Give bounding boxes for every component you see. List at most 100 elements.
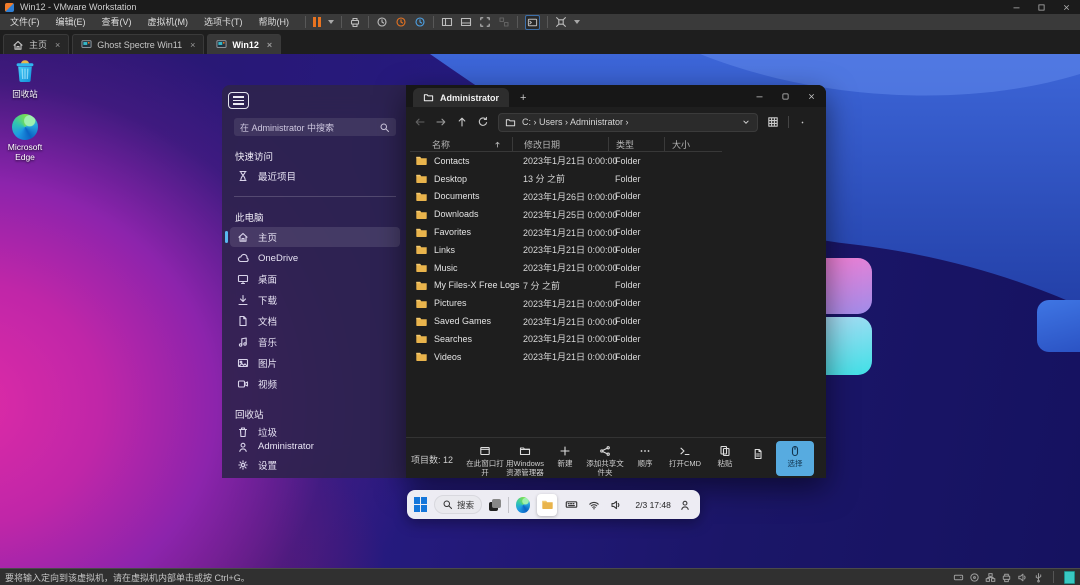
column-header-3[interactable]: 大小 [664,137,718,151]
search-input[interactable]: 在 Administrator 中搜索 [234,118,396,136]
network-icon [985,572,996,583]
toolbar-button-ellipsis[interactable]: 顺序 [626,441,664,470]
sidebar-item-gear[interactable]: 设置 [230,455,400,475]
sidebar-item-document[interactable]: 文档 [230,311,400,331]
table-row[interactable]: Pictures2023年1月21日 0:00:00Folder [410,294,826,312]
table-row[interactable]: Saved Games2023年1月21日 0:00:00Folder [410,312,826,330]
hamburger-menu-icon[interactable] [228,92,249,109]
table-row[interactable]: Music2023年1月21日 0:00:00Folder [410,259,826,277]
take-snapshot-icon[interactable] [376,16,388,28]
toolbar-button-share-folder[interactable]: 添加共享文件夹 [586,441,624,479]
edge-taskbar-icon[interactable] [516,497,530,513]
sidebar-item-user[interactable]: Administrator [230,439,400,454]
sidebar-item-hourglass[interactable]: 最近项目 [230,166,400,186]
clock[interactable]: 2/3 17:48 [635,500,670,510]
back-icon[interactable] [414,116,426,128]
column-header-2[interactable]: 类型 [608,137,664,151]
table-row[interactable]: Videos2023年1月21日 0:00:00Folder [410,348,826,366]
folder-icon [415,172,428,185]
fullscreen-icon[interactable] [479,16,491,28]
send-ctrl-alt-del-icon[interactable] [349,16,361,28]
up-icon[interactable] [456,116,468,128]
account-icon[interactable] [678,496,693,513]
fit-dropdown-icon[interactable] [574,20,580,24]
vm-menu-2[interactable]: 查看(V) [94,14,140,30]
vm-menu-4[interactable]: 选项卡(T) [196,14,251,30]
message-log-icon[interactable] [1064,571,1075,584]
taskbar-search[interactable]: 搜索 [434,495,481,514]
sidebar-item-video[interactable]: 视频 [230,374,400,394]
suspend-vm-icon[interactable] [313,17,321,27]
manage-snapshots-icon[interactable] [414,16,426,28]
toolbar-button-cmd[interactable]: 打开CMD [666,441,704,470]
show-library-icon[interactable] [441,16,453,28]
revert-snapshot-icon[interactable] [395,16,407,28]
vm-menu-1[interactable]: 编辑(E) [48,14,94,30]
fit-guest-icon[interactable] [555,16,567,28]
column-header-0[interactable]: 名称 [410,137,512,151]
sidebar-item-cloud[interactable]: OneDrive [230,248,400,268]
table-row[interactable]: Links2023年1月21日 0:00:00Folder [410,241,826,259]
explorer-tab[interactable]: Administrator [413,88,509,107]
column-header-1[interactable]: 修改日期 [512,137,608,151]
vm-tab-2[interactable]: Win12× [207,34,281,54]
more-options-icon[interactable] [798,118,807,127]
desktop-icon-edge[interactable]: Microsoft Edge [0,114,50,163]
suspend-dropdown-icon[interactable] [328,20,334,24]
explorer-taskbar-icon[interactable] [537,494,557,516]
chevron-down-icon[interactable] [741,117,751,127]
vm-menu-0[interactable]: 文件(F) [2,14,48,30]
sidebar-item-monitor[interactable]: 桌面 [230,269,400,289]
vm-menu-3[interactable]: 虚拟机(M) [140,14,197,30]
explorer-minimize-icon[interactable] [755,92,764,101]
console-view-icon[interactable] [525,15,540,30]
sidebar-item-home[interactable]: 主页 [230,227,400,247]
toolbar-button-mouse[interactable]: 选择 [776,441,814,476]
vm-screen-icon [216,39,227,50]
volume-icon[interactable] [608,496,623,513]
start-button-icon[interactable] [414,497,427,512]
grid-view-icon[interactable] [767,116,779,128]
tab-close-icon[interactable]: × [190,40,195,50]
forward-icon[interactable] [435,116,447,128]
sidebar-item-picture[interactable]: 图片 [230,353,400,373]
toolbar-button-explorer[interactable]: 用Windows资源管理器 [506,441,544,479]
table-row[interactable]: Desktop13 分 之前Folder [410,170,826,188]
address-bar[interactable]: C: › Users › Administrator › [498,113,758,132]
table-row[interactable]: My Files-X Free Logs7 分 之前Folder [410,277,826,295]
maximize-icon[interactable] [1037,3,1046,12]
file-type: Folder [608,156,664,166]
toolbar-button-plus[interactable]: 新建 [546,441,584,470]
vm-tab-1[interactable]: Ghost Spectre Win11× [72,34,204,54]
table-row[interactable]: Contacts2023年1月21日 0:00:00Folder [410,152,826,170]
desktop-icon-recycle-bin[interactable]: 回收站 [0,58,50,100]
new-tab-button[interactable]: + [520,93,526,104]
toolbar-button-window[interactable]: 在此窗口打开 [466,441,504,479]
table-row[interactable]: Downloads2023年1月25日 0:00:00Folder [410,205,826,223]
file-type: Folder [608,209,664,219]
minimize-icon[interactable] [1012,3,1021,12]
show-thumbnails-icon[interactable] [460,16,472,28]
sidebar-item-trash[interactable]: 垃圾 [230,424,400,439]
tab-close-icon[interactable]: × [55,40,60,50]
printer-icon [1001,572,1012,583]
toolbar-button-doc[interactable] [746,441,770,462]
task-view-icon[interactable] [489,499,501,511]
wifi-icon[interactable] [586,496,601,513]
explorer-maximize-icon[interactable] [781,92,790,101]
tab-close-icon[interactable]: × [267,40,272,50]
file-type: Folder [608,352,664,362]
explorer-close-icon[interactable] [807,92,816,101]
sidebar-item-download[interactable]: 下载 [230,290,400,310]
vm-menu-5[interactable]: 帮助(H) [251,14,298,30]
table-row[interactable]: Documents2023年1月26日 0:00:00Folder [410,188,826,206]
cd-drive-icon [969,572,980,583]
keyboard-icon[interactable] [564,496,579,513]
sidebar-item-music[interactable]: 音乐 [230,332,400,352]
refresh-icon[interactable] [477,116,489,128]
toolbar-button-paste[interactable]: 粘贴 [706,441,744,470]
vm-tab-0[interactable]: 主页× [3,34,69,54]
table-row[interactable]: Searches2023年1月21日 0:00:00Folder [410,330,826,348]
table-row[interactable]: Favorites2023年1月21日 0:00:00Folder [410,223,826,241]
close-icon[interactable] [1062,3,1071,12]
